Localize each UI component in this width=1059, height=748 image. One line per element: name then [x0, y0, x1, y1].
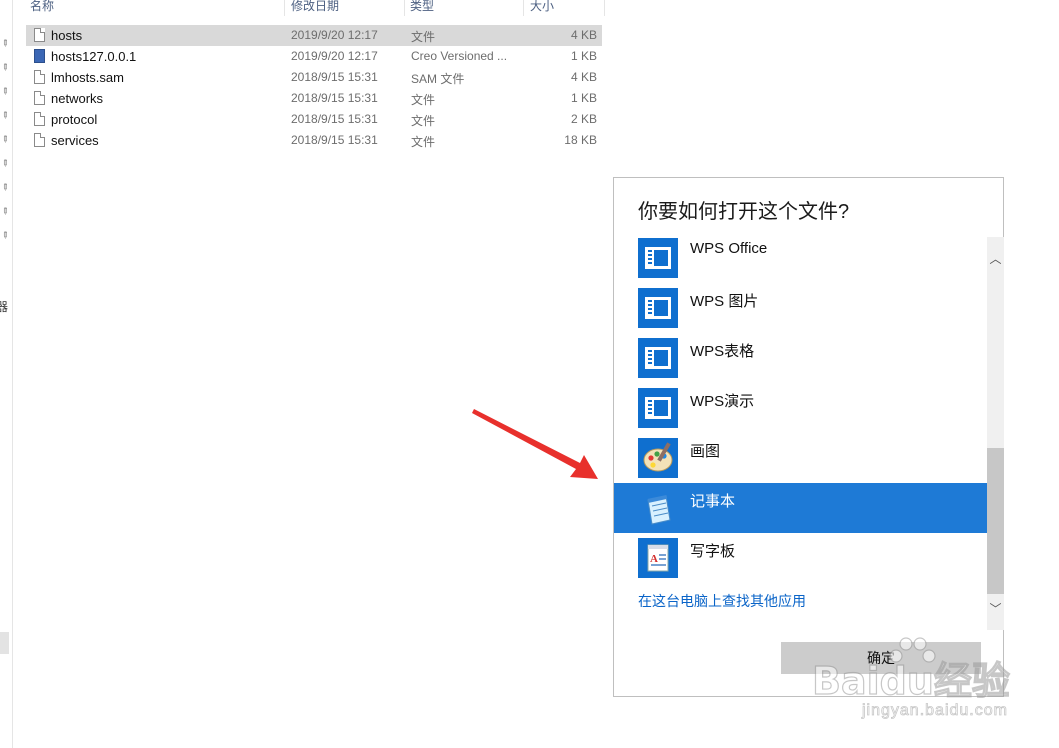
app-option-wps-image[interactable]: WPS 图片 [614, 283, 987, 333]
file-size: 4 KB [570, 70, 597, 84]
navigation-pane: ✎ ✎ ✎ ✎ ✎ ✎ ✎ ✎ ✎ 器 [0, 0, 13, 748]
file-icon [34, 133, 45, 147]
file-row-hosts[interactable]: hosts 2019/9/20 12:17 文件 4 KB [26, 25, 602, 46]
app-option-wps-spreadsheet[interactable]: WPS表格 [614, 333, 987, 383]
file-type: 文件 [411, 135, 436, 149]
app-option-wps-presentation[interactable]: WPS演示 [614, 383, 987, 433]
file-row-networks[interactable]: networks 2018/9/15 15:31 文件 1 KB [26, 88, 602, 109]
file-name: lmhosts.sam [51, 70, 124, 85]
pin-icon[interactable]: ✎ [0, 157, 11, 170]
chevron-up-icon[interactable]: ︿ [987, 251, 1004, 268]
app-option-label: WPS 图片 [690, 293, 759, 310]
file-date: 2019/9/20 12:17 [291, 49, 378, 63]
file-type: 文件 [411, 30, 436, 44]
file-size: 2 KB [570, 112, 597, 126]
file-date: 2018/9/15 15:31 [291, 70, 378, 84]
file-name: hosts [51, 28, 83, 43]
dialog-scrollbar[interactable]: ︿ ﹀ [987, 237, 1004, 630]
svg-text:A: A [650, 553, 658, 565]
file-type: 文件 [411, 93, 436, 107]
file-date: 2018/9/15 15:31 [291, 133, 378, 147]
file-type: SAM 文件 [411, 72, 465, 86]
app-option-label: 写字板 [690, 543, 736, 560]
app-file-icon [34, 49, 45, 63]
column-divider[interactable] [604, 0, 605, 16]
wps-icon [638, 338, 678, 378]
pin-icon[interactable]: ✎ [0, 61, 11, 74]
file-name: hosts127.0.0.1 [51, 49, 137, 64]
file-size: 4 KB [570, 28, 597, 42]
file-row-hosts127[interactable]: hosts127.0.0.1 2019/9/20 12:17 Creo Vers… [26, 46, 602, 67]
app-option-label: WPS表格 [690, 343, 755, 360]
column-header-date[interactable]: 修改日期 [291, 0, 339, 14]
file-name: protocol [51, 112, 98, 127]
chevron-down-icon[interactable]: ﹀ [987, 601, 1004, 618]
file-row-services[interactable]: services 2018/9/15 15:31 文件 18 KB [26, 130, 602, 151]
wps-icon [638, 288, 678, 328]
app-option-wordpad[interactable]: A 写字板 [614, 533, 987, 583]
column-divider[interactable] [523, 0, 524, 16]
app-option-paint[interactable]: 画图 [614, 433, 987, 483]
wps-icon [638, 238, 678, 278]
file-name: services [51, 133, 99, 148]
wordpad-icon: A [638, 538, 678, 578]
open-with-dialog: 你要如何打开这个文件? WPS Office WPS 图片 WPS表格 WPS演… [613, 177, 1004, 697]
app-option-notepad[interactable]: 记事本 [614, 483, 987, 533]
scrollbar-thumb[interactable] [987, 448, 1004, 594]
annotation-arrow-icon [472, 409, 598, 479]
app-option-wps-office[interactable]: WPS Office [614, 233, 987, 283]
file-row-protocol[interactable]: protocol 2018/9/15 15:31 文件 2 KB [26, 109, 602, 130]
pin-icon[interactable]: ✎ [0, 85, 11, 98]
app-option-label: WPS Office [690, 240, 768, 257]
file-list-header: 名称 修改日期 类型 大小 [12, 0, 606, 16]
pin-icon[interactable]: ✎ [0, 229, 11, 242]
file-size: 1 KB [570, 91, 597, 105]
file-size: 1 KB [570, 49, 597, 63]
file-row-lmhosts[interactable]: lmhosts.sam 2018/9/15 15:31 SAM 文件 4 KB [26, 67, 602, 88]
file-date: 2018/9/15 15:31 [291, 112, 378, 126]
file-icon [34, 112, 45, 126]
column-divider[interactable] [284, 0, 285, 16]
file-icon [34, 70, 45, 84]
pin-icon[interactable]: ✎ [0, 181, 11, 194]
app-option-label: 记事本 [690, 493, 736, 510]
file-name: networks [51, 91, 104, 106]
column-header-size[interactable]: 大小 [530, 0, 554, 14]
file-size: 18 KB [564, 133, 597, 147]
file-icon [34, 91, 45, 105]
file-icon [34, 28, 45, 42]
watermark-text: Baidu经验 [811, 658, 1010, 703]
dialog-title: 你要如何打开这个文件? [638, 201, 850, 223]
column-divider[interactable] [404, 0, 405, 16]
file-type: Creo Versioned ... [411, 49, 508, 63]
column-header-name[interactable]: 名称 [30, 0, 54, 14]
baidu-watermark: Baidu经验 jingyan.baidu.com [811, 634, 1052, 734]
find-more-apps-link[interactable]: 在这台电脑上查找其他应用 [638, 591, 806, 611]
watermark-url: jingyan.baidu.com [862, 702, 1008, 720]
file-date: 2019/9/20 12:17 [291, 28, 378, 42]
pin-icon[interactable]: ✎ [0, 205, 11, 218]
nav-item-label[interactable]: 器 [0, 298, 8, 315]
file-type: 文件 [411, 114, 436, 128]
app-option-label: WPS演示 [690, 393, 755, 410]
pin-icon[interactable]: ✎ [0, 133, 11, 146]
paint-icon [638, 438, 678, 478]
app-option-label: 画图 [690, 443, 721, 460]
nav-item-highlight [0, 632, 9, 654]
pin-icon[interactable]: ✎ [0, 109, 11, 122]
column-header-type[interactable]: 类型 [410, 0, 434, 14]
wps-icon [638, 388, 678, 428]
notepad-icon [638, 488, 678, 528]
pin-icon[interactable]: ✎ [0, 37, 11, 50]
file-date: 2018/9/15 15:31 [291, 91, 378, 105]
